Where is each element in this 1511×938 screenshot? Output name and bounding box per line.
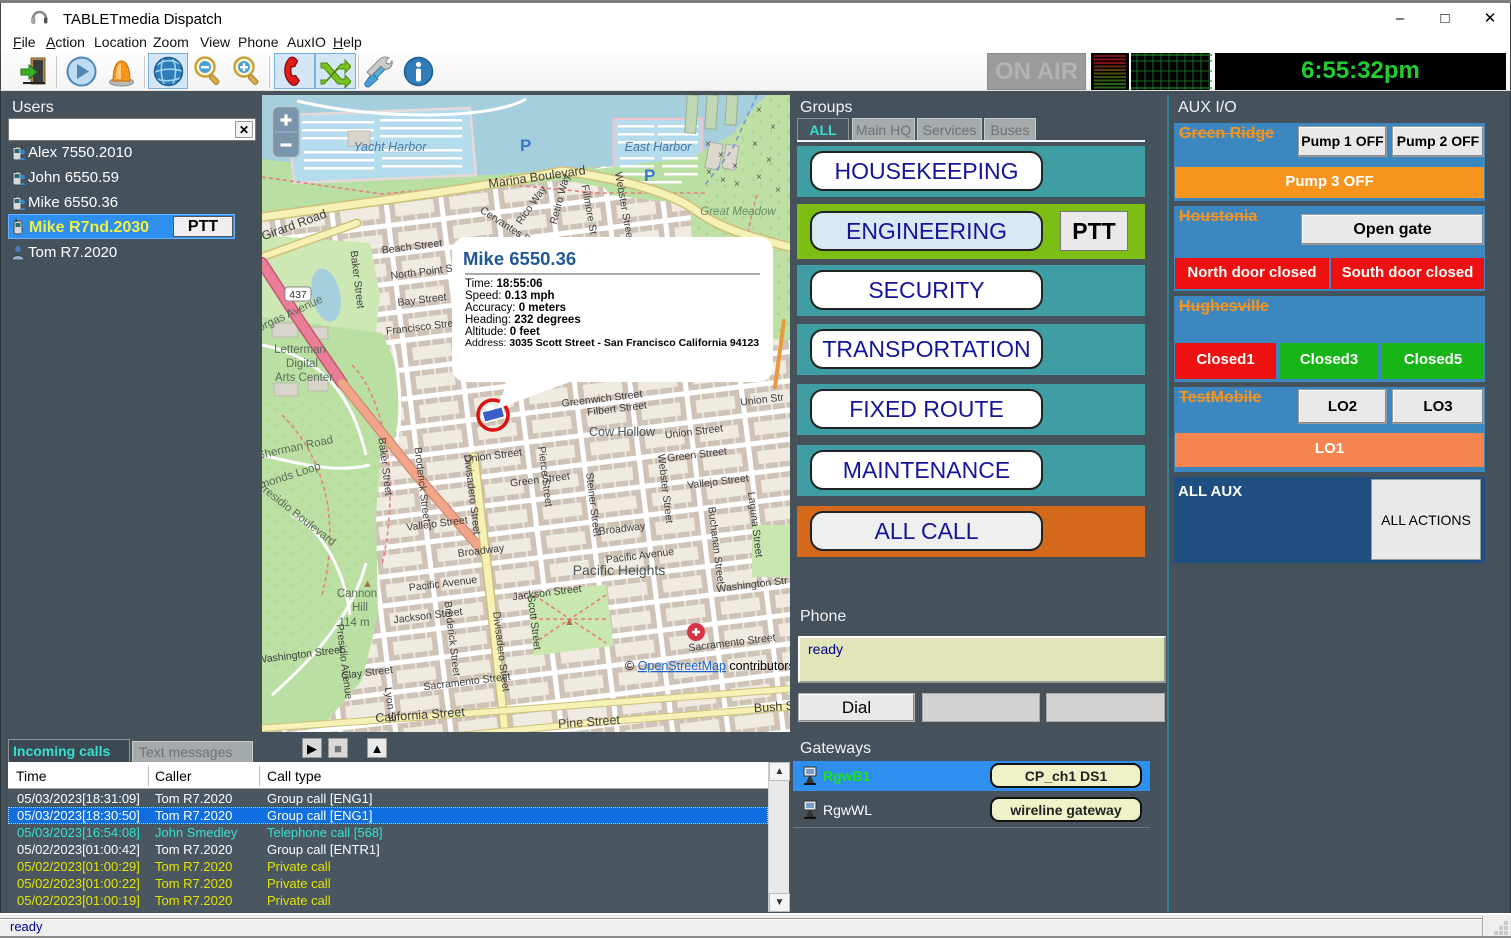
svg-text:×: × xyxy=(775,185,781,196)
svg-text:Heading: 232 degrees: Heading: 232 degrees xyxy=(465,314,581,326)
svg-text:Letterman: Letterman xyxy=(274,344,326,356)
svg-text:×: × xyxy=(770,122,776,133)
svg-text:×: × xyxy=(718,150,724,161)
svg-text:×: × xyxy=(720,175,726,186)
svg-text:▲: ▲ xyxy=(362,578,373,590)
svg-text:P: P xyxy=(644,166,655,185)
svg-text:Mike 6550.36: Mike 6550.36 xyxy=(463,248,576,269)
svg-text:Accuracy: 0 meters: Accuracy: 0 meters xyxy=(465,302,566,314)
svg-text:Digital: Digital xyxy=(286,358,318,370)
svg-text:Address: 3035 Scott Street -: Address: 3035 Scott Street - San Francis… xyxy=(465,337,759,349)
svg-text:Pacific Heights: Pacific Heights xyxy=(573,562,666,578)
svg-text:Hill: Hill xyxy=(352,602,368,614)
svg-text:×: × xyxy=(705,139,711,150)
svg-text:Great Meadow: Great Meadow xyxy=(700,206,776,218)
svg-text:×: × xyxy=(732,161,738,172)
svg-text:×: × xyxy=(752,139,758,150)
svg-text:P: P xyxy=(520,136,531,155)
svg-text:114 m: 114 m xyxy=(338,617,369,629)
svg-text:437: 437 xyxy=(289,289,307,301)
svg-text:Cow Hollow: Cow Hollow xyxy=(589,425,656,439)
svg-text:Arts Center: Arts Center xyxy=(275,372,333,384)
svg-text:Time: 18:55:06: Time: 18:55:06 xyxy=(465,278,543,290)
svg-text:Yacht Harbor: Yacht Harbor xyxy=(354,140,428,154)
svg-text:×: × xyxy=(756,172,762,183)
svg-text:▲: ▲ xyxy=(564,616,575,628)
svg-text:×: × xyxy=(706,167,712,178)
svg-text:Bush S: Bush S xyxy=(753,699,790,716)
svg-text:×: × xyxy=(756,105,762,116)
svg-text:Speed: 0.13 mph: Speed: 0.13 mph xyxy=(465,290,555,302)
svg-text:×: × xyxy=(734,179,740,190)
svg-text:© OpenStreetMap contributors: © OpenStreetMap contributors xyxy=(625,659,790,673)
svg-text:×: × xyxy=(766,155,772,166)
svg-text:East Harbor: East Harbor xyxy=(625,140,693,154)
